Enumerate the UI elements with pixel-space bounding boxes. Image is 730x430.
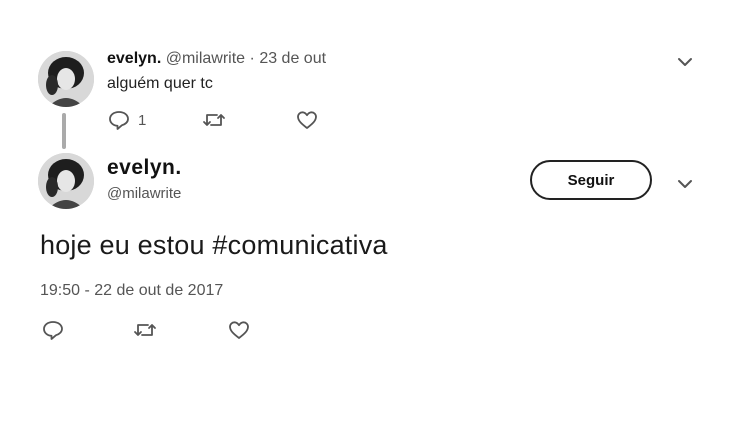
reply-text: alguém quer tc xyxy=(107,75,213,92)
reply-avatar[interactable] xyxy=(38,51,94,107)
chevron-down-icon[interactable] xyxy=(676,56,694,68)
chevron-down-icon[interactable] xyxy=(676,178,694,190)
reply-icon xyxy=(43,321,63,340)
thread-connector-line xyxy=(62,113,66,149)
main-tweet-text: hoje eu estou #comunicativa xyxy=(40,230,388,260)
reply-reply-button[interactable]: 1 xyxy=(108,110,146,130)
reply-author-name[interactable]: evelyn. xyxy=(107,50,161,67)
retweet-icon xyxy=(203,114,225,126)
reply-like-button[interactable] xyxy=(296,110,318,130)
main-retweet-button[interactable] xyxy=(133,320,157,340)
reply-icon xyxy=(109,111,129,130)
reply-count: 1 xyxy=(138,111,147,129)
reply-separator: · xyxy=(249,50,255,67)
like-icon xyxy=(229,321,249,339)
retweet-icon xyxy=(134,324,156,336)
main-author-handle[interactable]: @milawrite xyxy=(107,185,181,202)
main-avatar[interactable] xyxy=(38,153,94,209)
main-timestamp[interactable]: 19:50 - 22 de out de 2017 xyxy=(40,282,223,300)
reply-retweet-button[interactable] xyxy=(202,110,226,130)
main-like-button[interactable] xyxy=(228,320,250,340)
follow-button[interactable]: Seguir xyxy=(530,160,652,200)
reply-date[interactable]: 23 de out xyxy=(259,50,326,67)
reply-header: evelyn. @milawrite · 23 de out xyxy=(107,50,326,68)
main-author-name[interactable]: evelyn. xyxy=(107,156,182,180)
main-reply-button[interactable] xyxy=(42,320,64,340)
like-icon xyxy=(297,111,317,129)
reply-author-handle[interactable]: @milawrite xyxy=(166,50,245,67)
